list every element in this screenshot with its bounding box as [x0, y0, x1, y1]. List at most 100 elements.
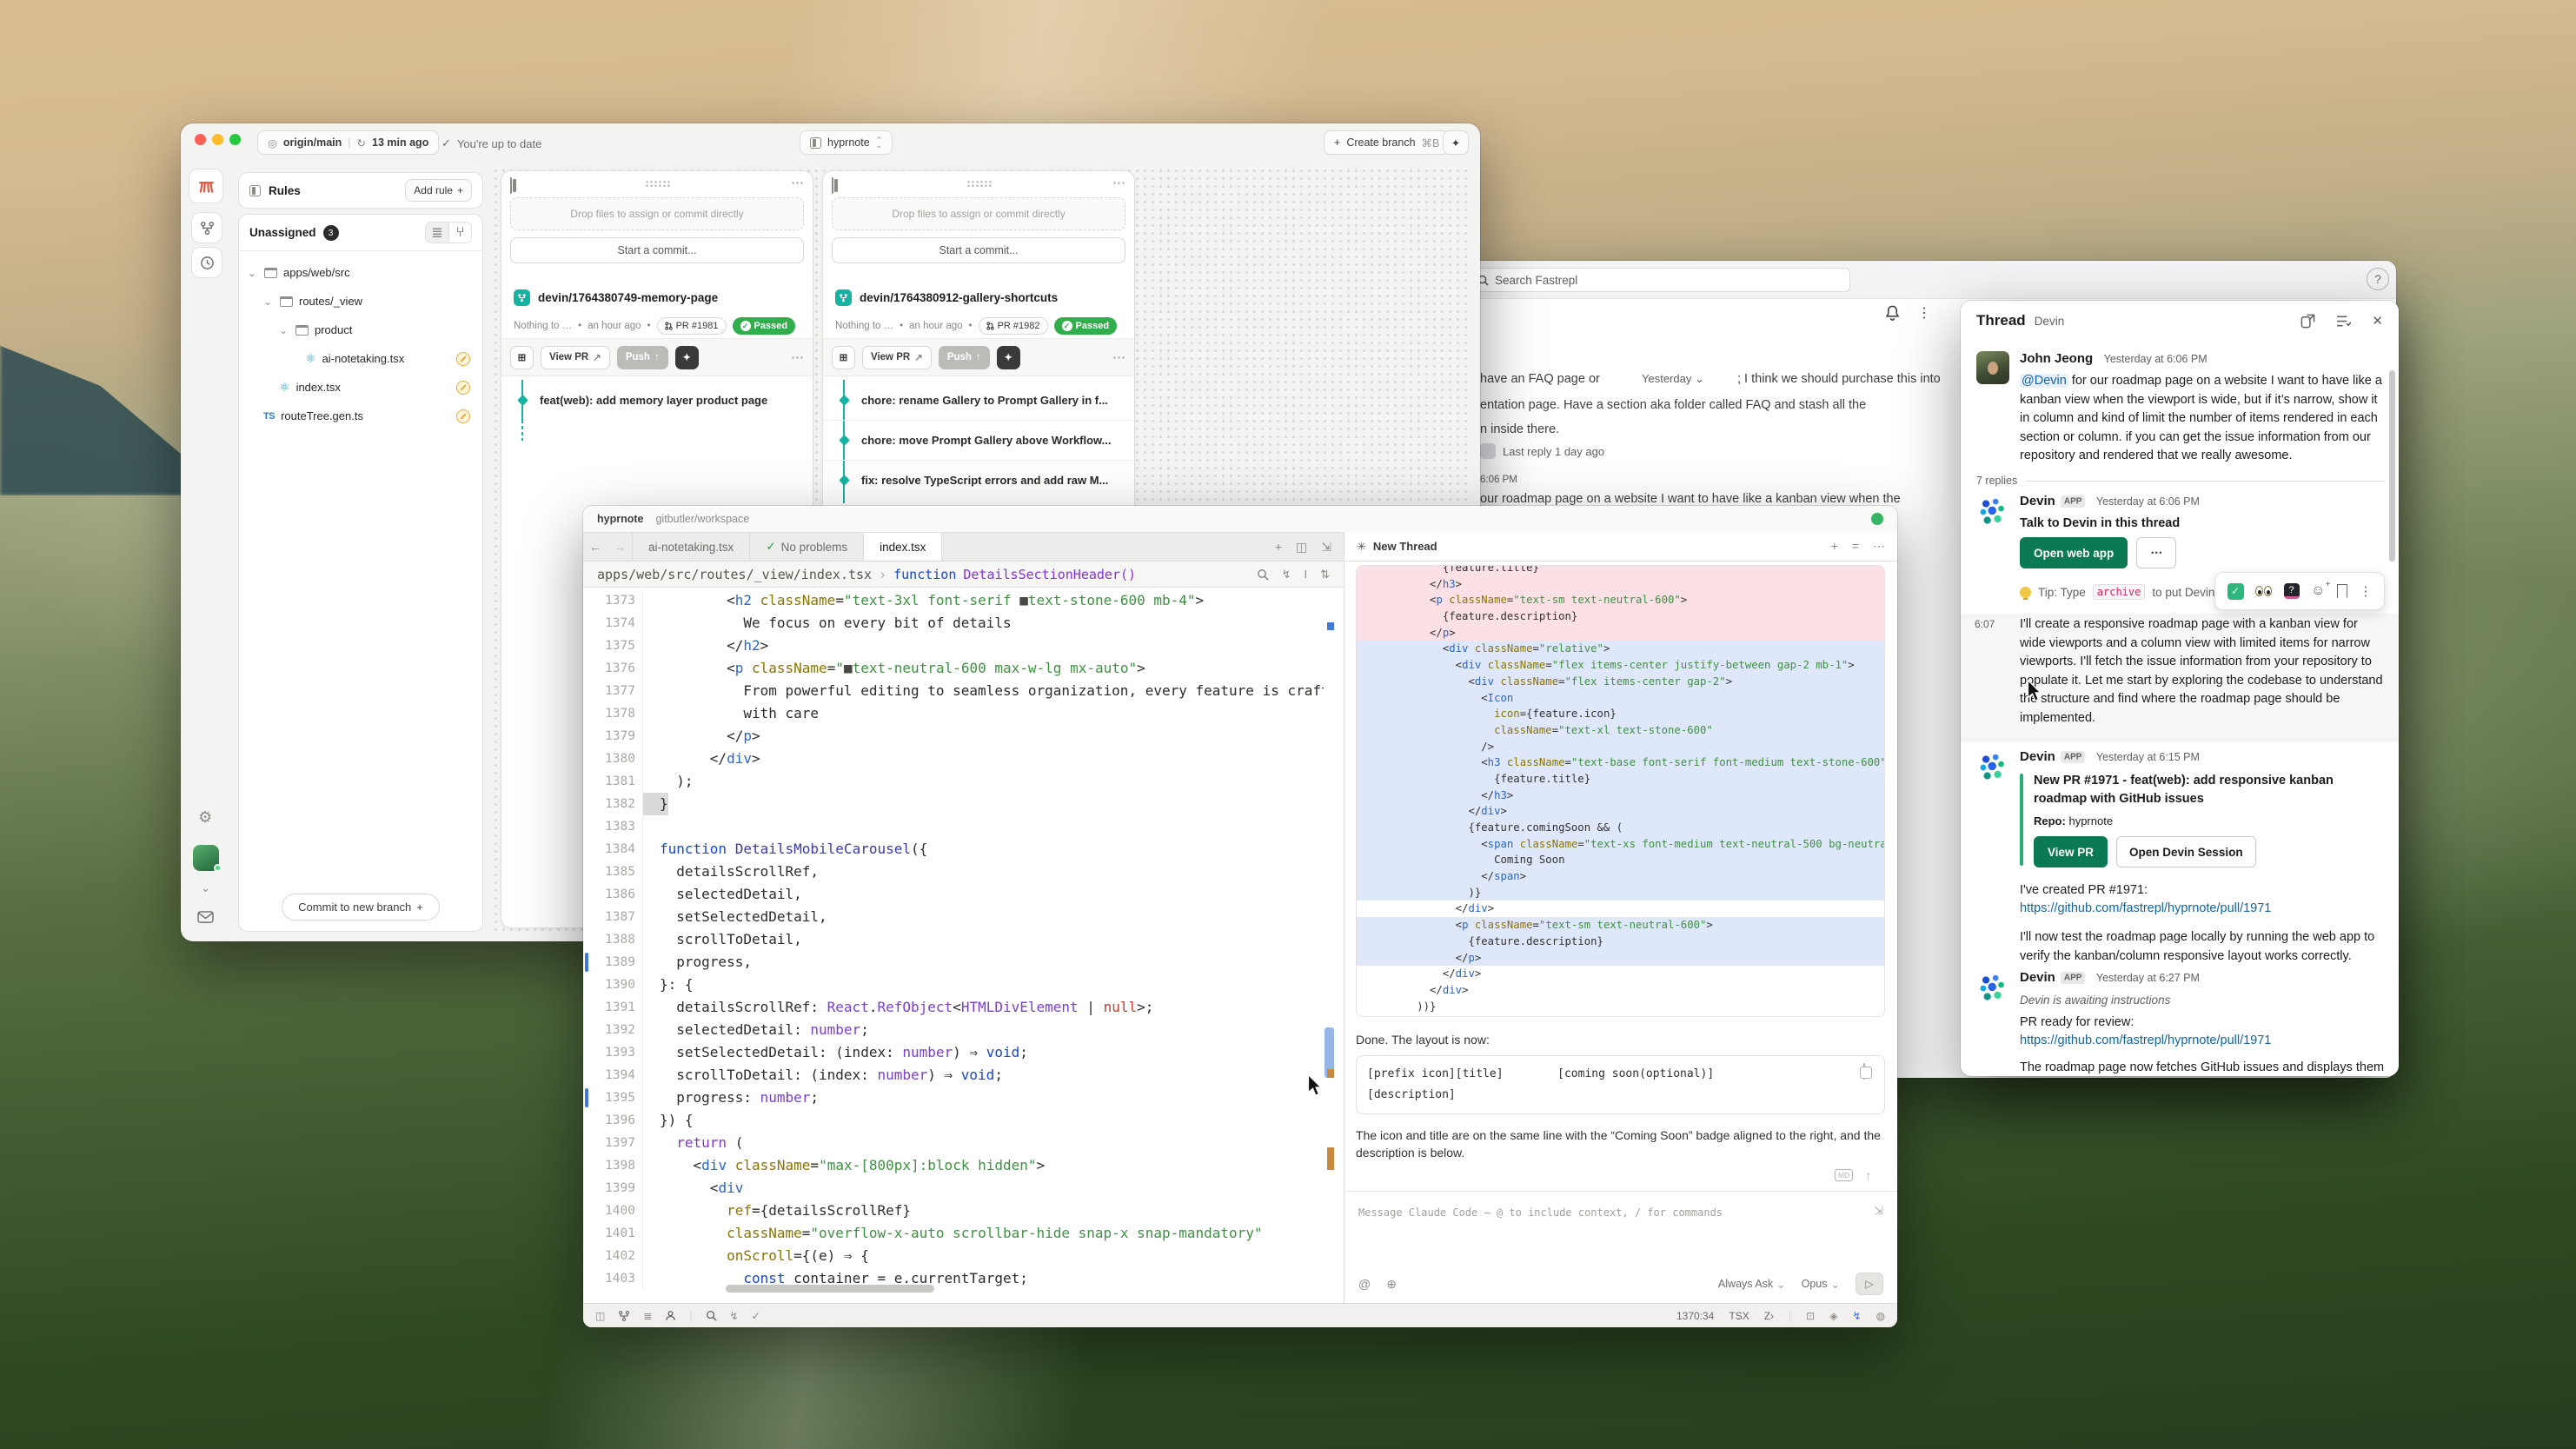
settings-gear-icon[interactable]: ⚙ [198, 808, 212, 827]
view-pr-button[interactable]: View PR↗ [541, 346, 610, 369]
scroll-to-top-icon[interactable]: ↑ [1865, 1168, 1871, 1182]
permission-mode-select[interactable]: Always Ask⌄ [1718, 1278, 1786, 1291]
collapse-lane-icon[interactable] [832, 177, 833, 194]
assistant-panel-icon[interactable]: ↯ [1852, 1310, 1861, 1322]
language-mode[interactable]: TSX [1729, 1310, 1749, 1322]
dark-reaction-icon[interactable]: ? [2284, 583, 2300, 599]
devin-avatar[interactable] [1976, 495, 2009, 528]
no-errors-icon[interactable]: ✓ [752, 1310, 760, 1322]
outline-icon[interactable]: ≣ [643, 1310, 652, 1322]
terminal-panel-icon[interactable]: ⊡ [1806, 1310, 1815, 1322]
branch-menu-icon[interactable]: ⋯ [1112, 349, 1125, 365]
diff-card[interactable]: {feature.title} </h3> <p className="text… [1356, 565, 1885, 1017]
commit-row[interactable]: chore: rename Gallery to Prompt Gallery … [823, 380, 1134, 420]
nav-back-icon[interactable]: ← [583, 533, 607, 561]
new-thread-icon[interactable]: + [1831, 539, 1838, 554]
more-actions-icon[interactable]: ⋮ [1917, 304, 1931, 322]
tree-view-toggle[interactable]: ⑂ [448, 223, 471, 243]
open-devin-session-button[interactable]: Open Devin Session [2116, 836, 2256, 867]
ci-status-badge[interactable]: ✓Passed [733, 317, 796, 335]
mention[interactable]: @Devin [2020, 374, 2068, 388]
bell-icon[interactable] [1884, 304, 1901, 322]
message-timestamp[interactable]: Yesterday at 6:15 PM [2096, 751, 2200, 763]
push-button[interactable]: Push↑ [617, 346, 668, 369]
tree-file-row[interactable]: ⚛index.tsx [239, 373, 479, 402]
john-avatar[interactable] [1976, 351, 2009, 384]
vim-jump-indicator[interactable]: Z› [1764, 1310, 1774, 1322]
collapse-rail-icon[interactable]: ⌄ [201, 881, 210, 895]
agent-menu-icon[interactable]: ⋯ [1873, 539, 1885, 554]
tree-folder-row[interactable]: ⌄apps/web/src [239, 258, 479, 287]
tab-ai-notetaking[interactable]: ai-notetaking.tsx [632, 533, 750, 561]
diagnostics-icon[interactable]: ↯ [730, 1310, 739, 1322]
git-branch-icon[interactable] [618, 1310, 630, 1322]
thread-settings-icon[interactable] [2336, 315, 2351, 328]
author-name[interactable]: Devin [2020, 970, 2055, 985]
branch-name[interactable]: devin/1764380912-gallery-shortcuts [860, 291, 1058, 304]
pr-pill[interactable]: PR #1981 [657, 317, 727, 335]
nav-forward-icon[interactable]: → [607, 533, 632, 561]
pr-link[interactable]: https://github.com/fastrepl/hyprnote/pul… [2020, 1034, 2271, 1047]
check-reaction-icon[interactable]: ✓ [2227, 583, 2244, 600]
drop-zone[interactable]: Drop files to assign or commit directly [510, 197, 804, 230]
drag-handle-icon[interactable] [645, 180, 671, 188]
zoom-pane-icon[interactable]: ⇲ [1321, 540, 1331, 555]
feedback-mail-icon[interactable] [197, 911, 214, 924]
author-name[interactable]: Devin [2020, 749, 2055, 764]
tree-folder-row[interactable]: ⌄routes/_view [239, 287, 479, 316]
tree-file-row[interactable]: ⚛ai-notetaking.tsx [239, 344, 479, 373]
project-switcher[interactable]: hyprnote ⌃⌄ [800, 130, 893, 155]
add-rule-button[interactable]: Add rule+ [405, 179, 472, 202]
tab-diagnostics[interactable]: ✓No problems [750, 533, 864, 561]
branches-nav-button[interactable] [191, 212, 222, 243]
devin-avatar[interactable] [1976, 751, 2009, 784]
add-reaction-icon[interactable]: ☺+ [2311, 583, 2325, 599]
drag-handle-icon[interactable] [966, 180, 993, 188]
minimize-traffic-light[interactable] [212, 134, 223, 145]
view-pr-button[interactable]: View PR [2034, 836, 2108, 867]
lane-menu-icon[interactable]: ⋯ [791, 175, 804, 190]
search-icon[interactable] [1257, 568, 1269, 581]
tree-file-row[interactable]: TSrouteTree.gen.ts [239, 402, 479, 430]
new-tab-icon[interactable]: + [1275, 540, 1282, 554]
breadcrumb[interactable]: apps/web/src/routes/_view/index.tsx› fun… [583, 562, 1344, 588]
search-icon[interactable] [706, 1310, 717, 1321]
pr-title[interactable]: New PR #1971 - feat(web): add responsive… [2034, 772, 2385, 808]
copy-icon[interactable] [1863, 1063, 1865, 1080]
quick-action-icon[interactable]: ↯ [1282, 568, 1291, 582]
pr-link[interactable]: https://github.com/fastrepl/hyprnote/pul… [2020, 901, 2271, 915]
message-timestamp[interactable]: Yesterday at 6:06 PM [2104, 353, 2208, 365]
start-commit-button[interactable]: Start a commit... [832, 237, 1125, 263]
collab-people-icon[interactable] [665, 1310, 676, 1321]
add-context-icon[interactable]: ⊕ [1386, 1277, 1397, 1292]
diff-toggle-icon[interactable]: ⇅ [1320, 568, 1330, 582]
message-timestamp[interactable]: Yesterday at 6:06 PM [2096, 495, 2200, 508]
close-traffic-light[interactable] [195, 134, 206, 145]
archive-command-chip[interactable]: archive [2093, 584, 2146, 600]
open-in-window-icon[interactable] [2300, 314, 2315, 329]
panel-layout-icon[interactable]: ◫ [595, 1310, 605, 1322]
commit-to-new-branch-button[interactable]: Commit to new branch+ [282, 894, 440, 921]
model-select[interactable]: Opus⌄ [1802, 1278, 1840, 1291]
tab-index-tsx[interactable]: index.tsx [864, 533, 942, 561]
tree-folder-row[interactable]: ⌄product [239, 316, 479, 344]
open-web-app-button[interactable]: Open web app [2020, 537, 2128, 568]
zoom-traffic-light[interactable] [229, 134, 241, 145]
bookmark-icon[interactable] [2337, 584, 2347, 598]
create-branch-button[interactable]: +Create branch⌘B [1324, 130, 1450, 155]
lane-menu-icon[interactable]: ⋯ [1112, 175, 1125, 190]
gitbutler-logo-button[interactable] [189, 169, 223, 203]
list-view-toggle[interactable]: ≣ [426, 223, 448, 243]
mention-context-icon[interactable]: @ [1358, 1277, 1371, 1291]
slack-search-input[interactable]: Search Fastrepl [1468, 268, 1850, 292]
start-commit-button[interactable]: Start a commit... [510, 237, 804, 263]
slack-date-pill[interactable]: Yesterday ⌄ [1642, 372, 1704, 386]
view-pr-button[interactable]: View PR↗ [862, 346, 932, 369]
send-button[interactable]: ▷ [1856, 1273, 1883, 1295]
split-pane-icon[interactable]: ◫ [1296, 540, 1307, 555]
remote-status-pill[interactable]: ◎ origin/main | ↻ 13 min ago [257, 130, 439, 155]
expand-input-icon[interactable]: ⇲ [1874, 1204, 1883, 1218]
branch-menu-icon[interactable]: ⋯ [791, 349, 804, 365]
push-button[interactable]: Push↑ [939, 346, 990, 369]
markdown-icon[interactable]: MD [1835, 1169, 1853, 1181]
